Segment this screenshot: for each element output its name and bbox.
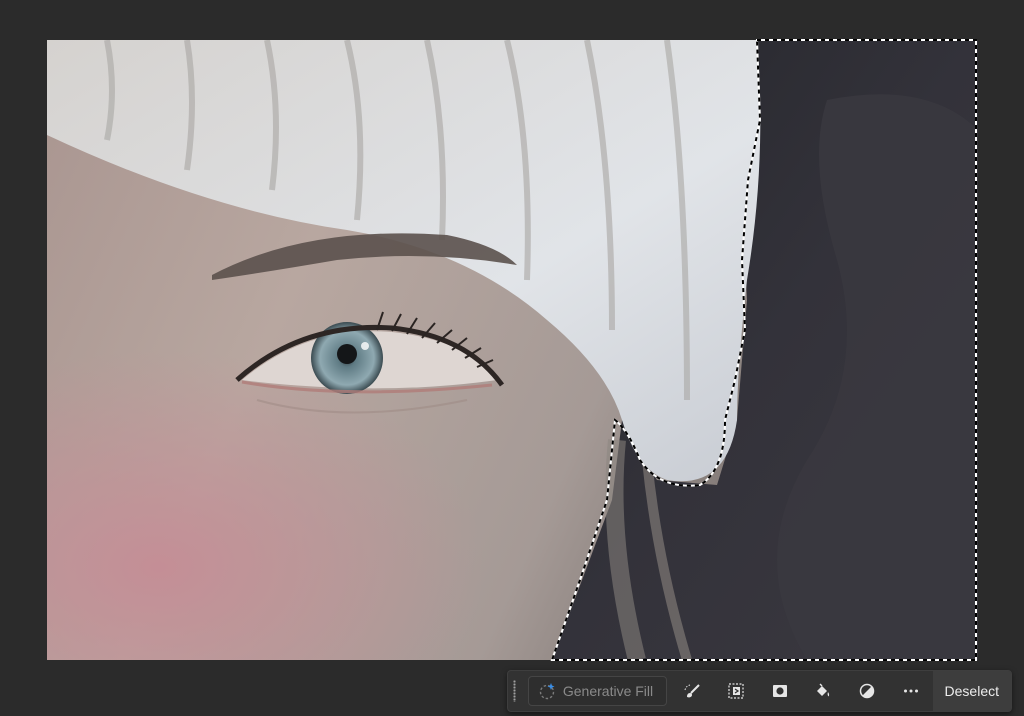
canvas-image[interactable] xyxy=(47,40,978,660)
fill-selection-icon xyxy=(817,683,830,697)
generative-fill-button[interactable]: Generative Fill xyxy=(527,676,667,706)
more-options-button[interactable] xyxy=(889,670,933,712)
adjustment-layer-button[interactable] xyxy=(845,670,889,712)
adjustment-layer-icon xyxy=(859,683,875,699)
generative-fill-icon xyxy=(539,683,555,700)
deselect-button[interactable]: Deselect xyxy=(932,671,1011,711)
grip-dots-icon xyxy=(513,680,517,702)
modify-selection-brush-icon xyxy=(684,684,700,698)
invert-selection-icon xyxy=(728,683,744,699)
create-mask-button[interactable] xyxy=(758,670,802,712)
more-options-icon xyxy=(903,689,918,693)
modify-selection-button[interactable] xyxy=(671,670,715,712)
photo-illustration xyxy=(47,40,978,660)
generative-fill-label: Generative Fill xyxy=(562,683,654,699)
fill-selection-button[interactable] xyxy=(802,670,846,712)
contextual-task-bar: Generative Fill Deselect xyxy=(507,670,1012,712)
invert-selection-button[interactable] xyxy=(714,670,758,712)
create-mask-icon xyxy=(772,685,787,697)
taskbar-drag-handle[interactable] xyxy=(508,671,522,711)
